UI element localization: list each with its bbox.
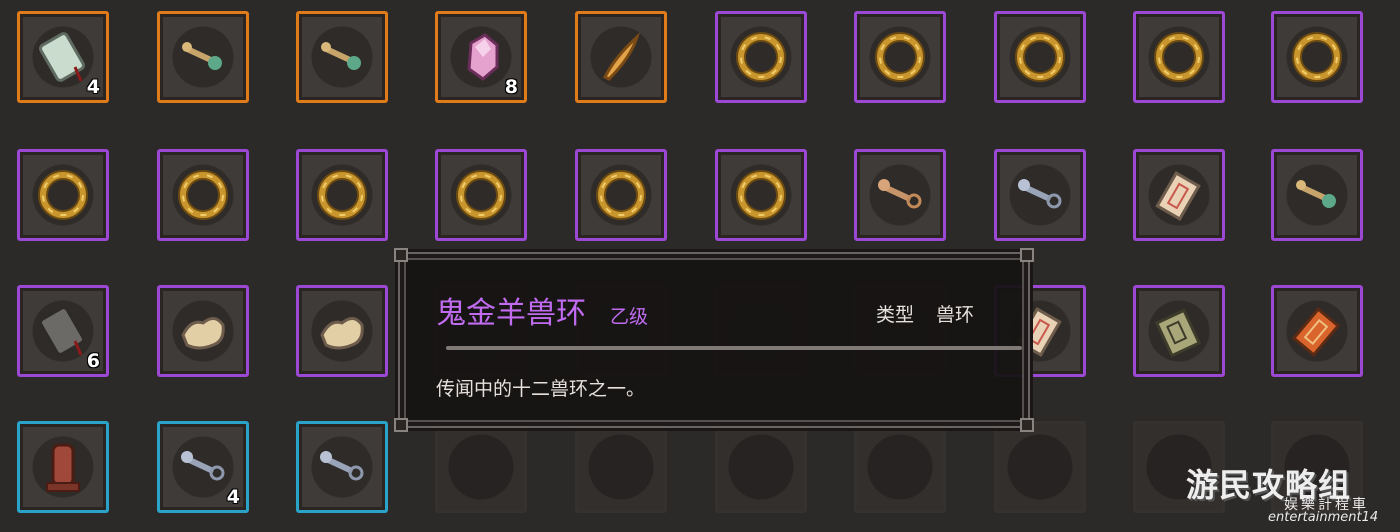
inventory-slot[interactable] [157,149,249,241]
inventory-slot[interactable] [854,149,946,241]
inventory-slot[interactable] [17,149,109,241]
inventory-slot[interactable] [1133,11,1225,103]
inventory-slot[interactable] [17,421,109,513]
tooltip-corner [1020,248,1034,262]
inventory-slot[interactable] [715,149,807,241]
inventory-slot[interactable] [296,11,388,103]
inventory-slot[interactable]: 6 [17,285,109,377]
inventory-slot[interactable] [435,149,527,241]
item-description: 传闻中的十二兽环之一。 [436,378,646,400]
inventory-slot[interactable] [994,11,1086,103]
item-tooltip: 鬼金羊兽环 乙级 类型 兽环 传闻中的十二兽环之一。 [394,248,1034,432]
inventory-slot[interactable] [994,149,1086,241]
item-grade: 乙级 [610,306,649,328]
item-type-value: 兽环 [936,304,975,326]
inventory-slot[interactable] [575,11,667,103]
inventory-slot[interactable] [1133,149,1225,241]
inventory-slot[interactable] [296,421,388,513]
inventory-slot[interactable]: 4 [157,421,249,513]
item-type-label: 类型 [876,304,915,326]
tooltip-corner [394,248,408,262]
empty-inventory-slot[interactable] [435,421,527,513]
inventory-slot[interactable] [715,11,807,103]
inventory-slot[interactable] [296,149,388,241]
item-count: 4 [226,486,240,508]
inventory-slot[interactable]: 8 [435,11,527,103]
inventory-slot[interactable] [157,285,249,377]
inventory-slot[interactable] [296,285,388,377]
inventory-slot[interactable] [1271,285,1363,377]
inventory-slot[interactable] [1271,11,1363,103]
item-name: 鬼金羊兽环 [436,296,586,331]
empty-inventory-slot[interactable] [854,421,946,513]
tooltip-corner [394,418,408,432]
inventory-slot[interactable] [157,11,249,103]
item-count: 6 [86,350,100,372]
empty-inventory-slot[interactable] [575,421,667,513]
empty-inventory-slot[interactable] [994,421,1086,513]
tooltip-corner [1020,418,1034,432]
item-count: 4 [86,76,100,98]
tooltip-divider [446,346,1022,350]
inventory-slot[interactable] [575,149,667,241]
inventory-slot[interactable]: 4 [17,11,109,103]
watermark-tag: entertainment14 [1268,510,1379,525]
empty-inventory-slot[interactable] [715,421,807,513]
inventory-slot[interactable] [1133,285,1225,377]
inventory-slot[interactable] [854,11,946,103]
inventory-slot[interactable] [1271,149,1363,241]
item-count: 8 [504,76,518,98]
